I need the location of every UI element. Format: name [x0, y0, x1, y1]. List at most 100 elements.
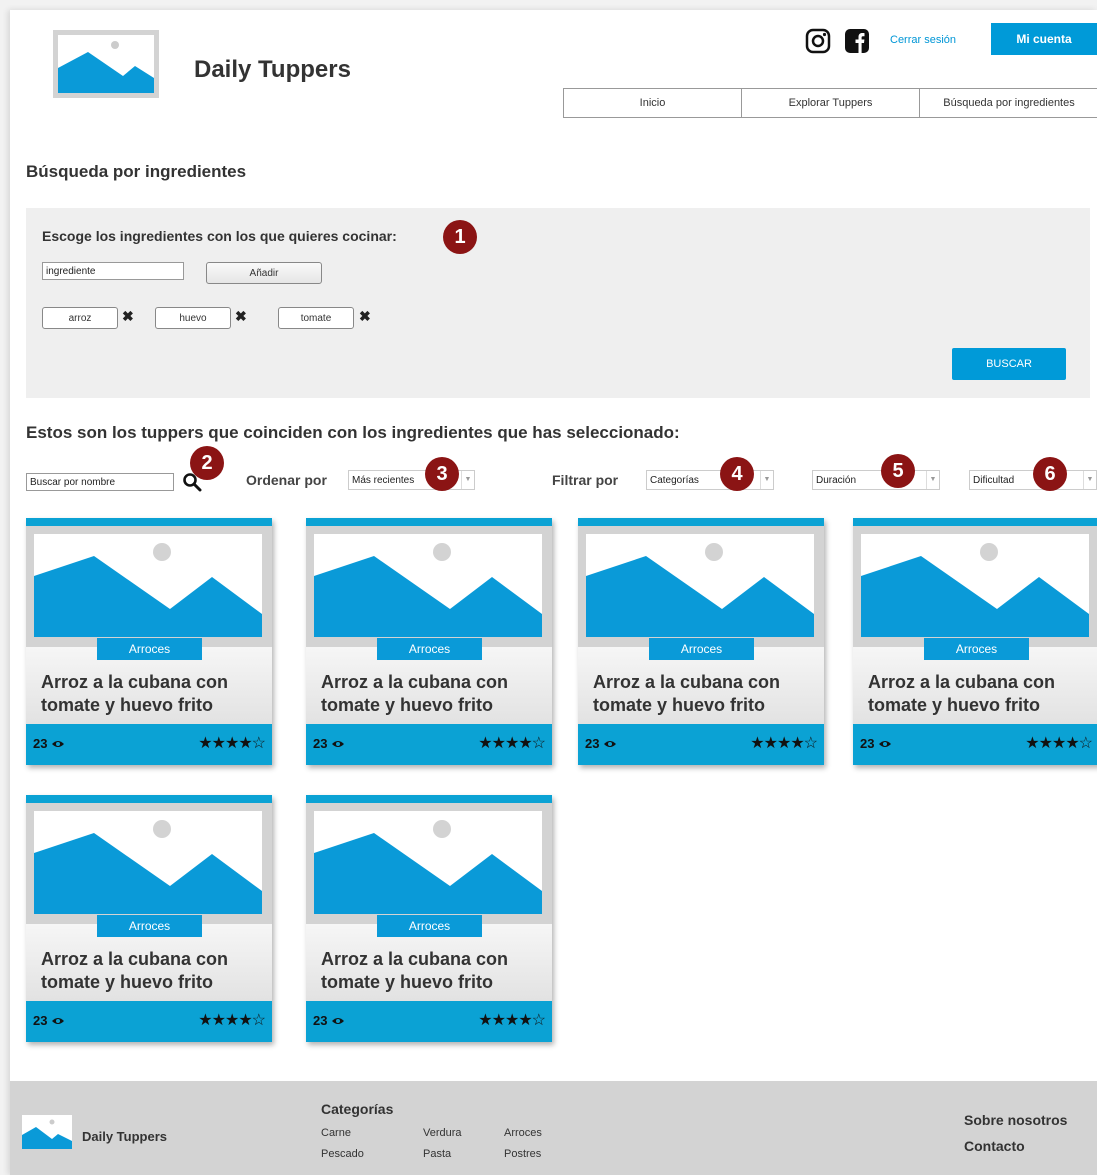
- card-views-count: 23: [33, 1013, 48, 1028]
- image-placeholder-icon: [34, 543, 262, 637]
- chevron-down-icon: ▼: [1083, 471, 1096, 489]
- card-top-bar: [26, 795, 272, 803]
- eye-icon: [332, 1018, 345, 1024]
- ingredient-chip: arroz: [42, 307, 118, 329]
- filter-category-select[interactable]: Categorías ▼: [646, 470, 774, 490]
- card-rating-stars: ★★★★☆: [478, 735, 546, 752]
- filter-duration-select[interactable]: Duración ▼: [812, 470, 940, 490]
- tupper-card[interactable]: Arroces Arroz a la cubana con tomate y hu…: [306, 518, 552, 765]
- card-footer: 23 ★★★★☆: [306, 1001, 552, 1042]
- tupper-card[interactable]: Arroces Arroz a la cubana con tomate y hu…: [853, 518, 1097, 765]
- card-image: [314, 811, 542, 914]
- sort-label: Ordenar por: [246, 472, 327, 488]
- card-rating-stars: ★★★★☆: [1025, 735, 1093, 752]
- instagram-icon[interactable]: [805, 28, 831, 54]
- tupper-card[interactable]: Arroces Arroz a la cubana con tomate y hu…: [578, 518, 824, 765]
- card-image: [314, 534, 542, 637]
- card-top-bar: [306, 795, 552, 803]
- annotation-badge-1: 1: [443, 220, 477, 254]
- facebook-icon[interactable]: [844, 28, 870, 54]
- image-placeholder-icon: [586, 543, 814, 637]
- nav-item-explorar[interactable]: Explorar Tuppers: [742, 89, 920, 117]
- card-top-bar: [306, 518, 552, 526]
- annotation-badge-3: 3: [425, 457, 459, 491]
- annotation-badge-5: 5: [881, 454, 915, 488]
- card-footer: 23 ★★★★☆: [306, 724, 552, 765]
- card-category-badge[interactable]: Arroces: [97, 915, 202, 937]
- eye-icon: [52, 741, 65, 747]
- card-title[interactable]: Arroz a la cubana con tomate y huevo fri…: [321, 948, 546, 994]
- site-title: Daily Tuppers: [194, 56, 351, 83]
- card-views: 23: [33, 1013, 65, 1028]
- card-views-count: 23: [33, 736, 48, 751]
- remove-chip-icon[interactable]: ✖: [235, 308, 247, 325]
- footer-site-name: Daily Tuppers: [82, 1129, 168, 1144]
- card-image: [861, 534, 1089, 637]
- card-top-bar: [578, 518, 824, 526]
- page-title: Búsqueda por ingredientes: [26, 162, 247, 181]
- card-views-count: 23: [585, 736, 600, 751]
- footer-category-link[interactable]: Carne: [321, 1127, 351, 1139]
- tupper-card[interactable]: Arroces Arroz a la cubana con tomate y hu…: [306, 795, 552, 1042]
- search-button[interactable]: BUSCAR: [952, 348, 1066, 380]
- card-footer: 23 ★★★★☆: [853, 724, 1097, 765]
- logout-link[interactable]: Cerrar sesión: [890, 34, 956, 46]
- filter-label: Filtrar por: [552, 472, 619, 488]
- image-placeholder-icon: [34, 820, 262, 914]
- card-rating-stars: ★★★★☆: [750, 735, 818, 752]
- remove-chip-icon[interactable]: ✖: [359, 308, 371, 325]
- remove-chip-icon[interactable]: ✖: [122, 308, 134, 325]
- nav-item-busqueda[interactable]: Búsqueda por ingredientes: [920, 89, 1097, 117]
- card-category-badge[interactable]: Arroces: [924, 638, 1029, 660]
- card-category-badge[interactable]: Arroces: [97, 638, 202, 660]
- page: Daily Tuppers Cerrar sesión Mi cuenta In…: [10, 10, 1097, 1175]
- eye-icon: [604, 741, 617, 747]
- card-footer: 23 ★★★★☆: [26, 1001, 272, 1042]
- card-views: 23: [313, 1013, 345, 1028]
- nav-item-inicio[interactable]: Inicio: [564, 89, 742, 117]
- card-image: [34, 534, 262, 637]
- ingredient-input[interactable]: ingrediente: [42, 262, 184, 280]
- footer-category-link[interactable]: Verdura: [423, 1127, 462, 1139]
- add-ingredient-button[interactable]: Añadir: [206, 262, 322, 284]
- main-nav: Inicio Explorar Tuppers Búsqueda por ing…: [563, 88, 1097, 118]
- card-title[interactable]: Arroz a la cubana con tomate y huevo fri…: [868, 671, 1093, 717]
- contact-link[interactable]: Contacto: [964, 1138, 1025, 1154]
- card-views: 23: [313, 736, 345, 751]
- filter-category-value: Categorías: [650, 475, 699, 486]
- card-category-badge[interactable]: Arroces: [649, 638, 754, 660]
- card-rating-stars: ★★★★☆: [198, 1012, 266, 1029]
- card-category-badge[interactable]: Arroces: [377, 638, 482, 660]
- eye-icon: [52, 1018, 65, 1024]
- chevron-down-icon: ▼: [461, 471, 474, 489]
- image-placeholder-icon: [861, 543, 1089, 637]
- footer-category-link[interactable]: Pescado: [321, 1148, 364, 1160]
- sort-select-value: Más recientes: [352, 475, 415, 486]
- name-search-input[interactable]: Buscar por nombre: [26, 473, 174, 491]
- eye-icon: [879, 741, 892, 747]
- card-rating-stars: ★★★★☆: [198, 735, 266, 752]
- footer-category-link[interactable]: Pasta: [423, 1148, 451, 1160]
- image-placeholder-icon: [58, 35, 154, 93]
- footer-logo[interactable]: [22, 1115, 72, 1149]
- my-account-button[interactable]: Mi cuenta: [991, 23, 1097, 55]
- footer-category-link[interactable]: Postres: [504, 1148, 541, 1160]
- card-category-badge[interactable]: Arroces: [377, 915, 482, 937]
- footer-category-link[interactable]: Arroces: [504, 1127, 542, 1139]
- card-views: 23: [33, 736, 65, 751]
- tupper-card[interactable]: Arroces Arroz a la cubana con tomate y hu…: [26, 518, 272, 765]
- card-title[interactable]: Arroz a la cubana con tomate y huevo fri…: [41, 671, 266, 717]
- site-logo[interactable]: [53, 30, 159, 98]
- footer: Daily Tuppers Categorías Carne Verdura A…: [10, 1081, 1097, 1175]
- card-title[interactable]: Arroz a la cubana con tomate y huevo fri…: [593, 671, 818, 717]
- card-title[interactable]: Arroz a la cubana con tomate y huevo fri…: [41, 948, 266, 994]
- card-views-count: 23: [313, 736, 328, 751]
- image-placeholder-icon: [22, 1119, 72, 1149]
- card-views-count: 23: [860, 736, 875, 751]
- tupper-card[interactable]: Arroces Arroz a la cubana con tomate y hu…: [26, 795, 272, 1042]
- card-footer: 23 ★★★★☆: [26, 724, 272, 765]
- image-placeholder-icon: [314, 543, 542, 637]
- annotation-badge-6: 6: [1033, 457, 1067, 491]
- card-title[interactable]: Arroz a la cubana con tomate y huevo fri…: [321, 671, 546, 717]
- about-link[interactable]: Sobre nosotros: [964, 1112, 1067, 1128]
